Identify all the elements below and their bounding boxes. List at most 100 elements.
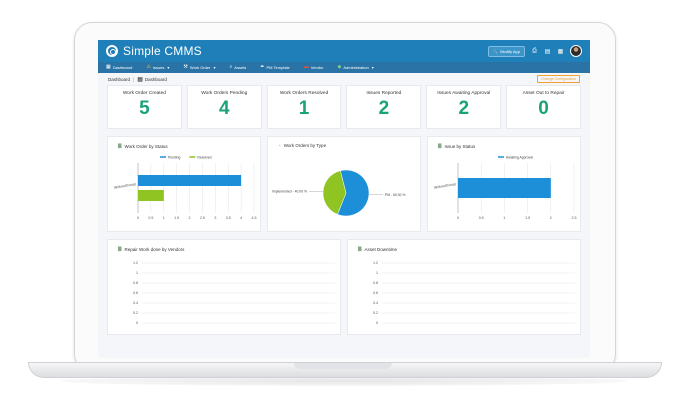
change-configuration-button[interactable]: Change Configuration xyxy=(537,75,580,83)
stat-label: Work Order Created xyxy=(122,91,166,96)
app-header: Simple CMMS 🔧 Modify App ⎙ ▤ ▦ xyxy=(98,40,590,62)
y-tick-label: 1.2 xyxy=(133,261,138,265)
bar xyxy=(138,175,242,186)
issue-status-panel: ▇ Issue by Status Awaiting Approval 0 0.5 1 1… xyxy=(427,136,581,232)
breadcrumb-separator: | xyxy=(133,76,135,82)
asset-downtime-chart: 1.2 1 0.8 0.6 0.4 0.2 0 xyxy=(373,261,575,325)
chevron-down-icon: ▾ xyxy=(371,65,374,70)
stat-card[interactable]: Issues Awaiting Approval 2 xyxy=(426,85,502,129)
modify-app-button[interactable]: 🔧 Modify App xyxy=(488,45,525,57)
logo-icon xyxy=(106,45,118,57)
nav-item-label: Dashboard xyxy=(112,65,133,70)
legend-label: Pending xyxy=(168,155,181,159)
y-tick-label: 0.2 xyxy=(133,311,138,315)
bar xyxy=(458,178,551,198)
stat-label: Asset Out to Repair xyxy=(522,91,565,96)
app-title: Simple CMMS xyxy=(123,44,202,58)
x-tick-label: 0.5 xyxy=(479,216,484,220)
truck-icon: ▬ xyxy=(303,64,309,70)
nav-item-issues[interactable]: ⚠ Issues ▾ xyxy=(146,64,170,71)
stat-value: 1 xyxy=(298,98,310,119)
grid-icon: ▦ xyxy=(137,76,143,83)
x-tick-label: 0.5 xyxy=(148,216,153,220)
stat-label: Issues Reported xyxy=(366,91,402,96)
x-tick-label: 1 xyxy=(503,216,505,220)
stat-value: 2 xyxy=(458,98,470,119)
x-tick-label: 1.5 xyxy=(525,216,530,220)
nav-item-label: Issues xyxy=(152,65,165,70)
charts-row-1: ▇ Work Order by Status Pending Resolved 0 0.… xyxy=(98,136,590,232)
stat-label: Issues Awaiting Approval xyxy=(437,91,491,96)
wrench-icon: ⚒ xyxy=(183,64,188,70)
y-tick-label: 1 xyxy=(136,271,138,275)
y-tick-label: 1 xyxy=(376,271,378,275)
y-tick-label: 0.8 xyxy=(133,281,138,285)
stat-value: 4 xyxy=(218,98,230,119)
avatar[interactable] xyxy=(570,45,582,57)
y-category-label: WithoutGroup xyxy=(114,182,137,190)
x-tick-label: 4.5 xyxy=(252,216,257,220)
y-tick-label: 0.6 xyxy=(373,291,378,295)
laptop-notch xyxy=(294,363,392,369)
work-orders-type-panel: ◔ Work Orders by Type PM - 60.00 % Impleme… xyxy=(267,136,421,232)
nav-item-vendor[interactable]: ▬ Vendor xyxy=(303,64,324,71)
chart-icon[interactable]: ▦ xyxy=(557,48,564,55)
work-orders-type-chart: PM - 60.00 % Implemented - 40.00 % xyxy=(272,169,406,217)
work-order-status-panel: ▇ Work Order by Status Pending Resolved 0 0.… xyxy=(107,136,261,232)
chevron-down-icon: ▾ xyxy=(167,65,170,70)
x-tick-label: 0 xyxy=(457,216,459,220)
stat-label: Work Orders Resolved xyxy=(279,91,329,96)
nav-item-pm-template[interactable]: ✒ PM Template xyxy=(260,64,290,71)
stat-card[interactable]: Issues Reported 2 xyxy=(346,85,422,129)
charts-row-2: ▇ Repair Work done by Vendors 1.2 1 0.8 0.6 0… xyxy=(98,239,590,335)
x-tick-label: 2 xyxy=(189,216,191,220)
x-tick-label: 3 xyxy=(214,216,216,220)
stat-label: Work Orders Pending xyxy=(201,91,248,96)
app-screen: Simple CMMS 🔧 Modify App ⎙ ▤ ▦ ▦ Dashboar… xyxy=(98,40,590,358)
y-tick-label: 0.4 xyxy=(373,301,378,305)
y-category-label: WithoutGroup xyxy=(434,182,457,190)
nav-item-dashboard[interactable]: ▦ Dashboard xyxy=(106,64,133,71)
legend-label: Awaiting Approval xyxy=(506,155,533,159)
nav-item-label: PM Template xyxy=(266,65,290,70)
stat-card[interactable]: Work Order Created 5 xyxy=(107,85,182,129)
y-tick-label: 0.6 xyxy=(133,291,138,295)
tools-icon: ✒ xyxy=(260,64,265,70)
chevron-down-icon: ▾ xyxy=(213,65,216,70)
nav-item-administration[interactable]: ◆ Administration ▾ xyxy=(337,65,374,71)
legend-label: Resolved xyxy=(197,155,211,159)
nav-item-label: Work Order xyxy=(189,65,211,70)
y-tick-label: 0.4 xyxy=(133,301,138,305)
stat-value: 5 xyxy=(139,98,150,119)
print-icon[interactable]: ⎙ xyxy=(531,48,538,55)
repair-vendors-chart: 1.2 1 0.8 0.6 0.4 0.2 0 xyxy=(133,261,335,325)
nav-item-label: Assets xyxy=(234,65,247,70)
x-tick-label: 2.5 xyxy=(572,216,577,220)
pie-label: PM - 60.00 % xyxy=(385,193,406,197)
y-tick-label: 0 xyxy=(376,321,378,325)
asset-downtime-panel: ▇ Asset Downtime 1.2 1 0.8 0.6 0.4 0.2 0 xyxy=(347,239,581,335)
pie-label: Implemented - 40.00 % xyxy=(272,189,307,193)
stat-card[interactable]: Work Orders Resolved 1 xyxy=(266,85,342,129)
warning-icon: ⚠ xyxy=(146,64,151,70)
wrench-icon: 🔧 xyxy=(493,48,499,54)
dashboard-icon: ▦ xyxy=(106,64,111,70)
search-icon: ⌕ xyxy=(229,64,233,70)
breadcrumb-current: Dashboard xyxy=(144,76,167,82)
nav-item-work-order[interactable]: ⚒ Work Order ▾ xyxy=(183,64,216,71)
stat-card[interactable]: Asset Out to Repair 0 xyxy=(506,85,581,129)
stat-card[interactable]: Work Orders Pending 4 xyxy=(186,85,262,129)
header-actions: 🔧 Modify App ⎙ ▤ ▦ xyxy=(488,45,582,57)
document-icon[interactable]: ▤ xyxy=(544,48,551,55)
nav-item-label: Administration xyxy=(343,65,369,70)
y-tick-label: 0 xyxy=(136,321,138,325)
breadcrumb: Dashboard | ▦ Dashboard Change Configura… xyxy=(98,73,590,85)
modify-app-label: Modify App xyxy=(500,48,520,54)
work-order-status-chart: Pending Resolved 0 0.5 1 1.5 2 2.5 3 3.5 4 4.5 Witho… xyxy=(114,155,257,220)
nav-item-assets[interactable]: ⌕ Assets xyxy=(229,64,247,71)
main-nav: ▦ Dashboard ⚠ Issues ▾ ⚒ Work Order ▾ ⌕ Assets ✒ PM… xyxy=(98,62,590,73)
x-tick-label: 2.5 xyxy=(200,216,205,220)
repair-vendors-panel: ▇ Repair Work done by Vendors 1.2 1 0.8 0.6 0… xyxy=(107,239,341,335)
nav-item-label: Vendor xyxy=(310,65,324,70)
breadcrumb-root[interactable]: Dashboard xyxy=(108,77,130,82)
